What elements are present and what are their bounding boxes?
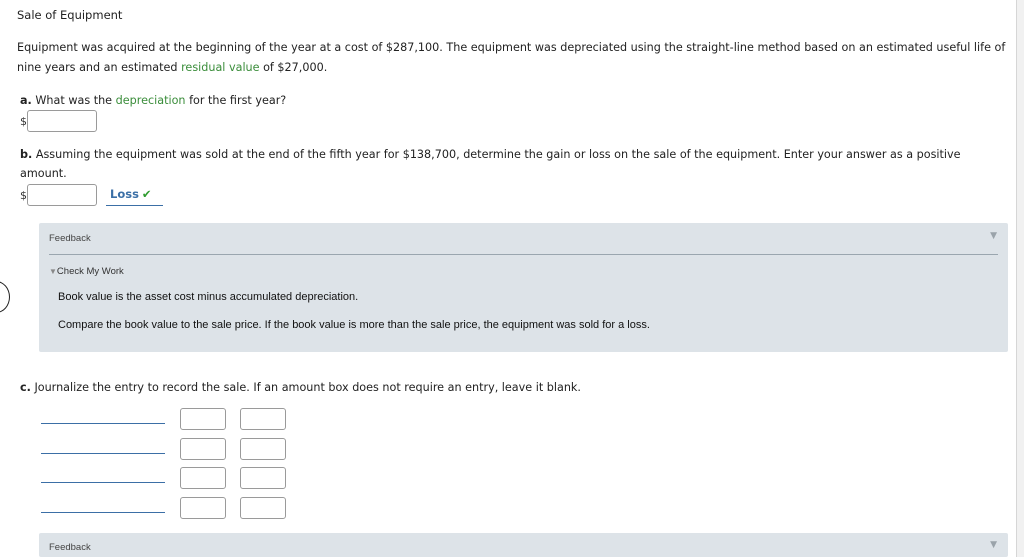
journal-credit-input-3[interactable]	[240, 467, 286, 489]
journal-account-select-1[interactable]	[41, 423, 165, 424]
part-a-letter: a.	[20, 94, 32, 107]
feedback-hint-1: Book value is the asset cost minus accum…	[58, 291, 359, 303]
residual-value-link[interactable]: residual value	[181, 61, 259, 74]
part-b-text: Assuming the equipment was sold at the e…	[32, 148, 961, 161]
intro-text-2: of $27,000.	[259, 61, 328, 74]
gain-loss-select[interactable]: Loss ✔	[110, 187, 152, 201]
journal-account-select-2[interactable]	[41, 453, 165, 454]
journal-credit-input-1[interactable]	[240, 408, 286, 430]
part-b-question-line1: b. Assuming the equipment was sold at th…	[20, 148, 961, 161]
feedback-label-2[interactable]: Feedback	[49, 542, 91, 553]
journal-debit-input-4[interactable]	[180, 497, 226, 519]
journal-account-select-4[interactable]	[41, 512, 165, 513]
part-b-letter: b.	[20, 148, 33, 161]
part-a-currency: $	[20, 115, 27, 128]
check-my-work-toggle[interactable]: ▼Check My Work	[49, 266, 124, 277]
part-c-letter: c.	[20, 381, 31, 394]
part-b-currency: $	[20, 189, 27, 202]
feedback-label[interactable]: Feedback	[49, 233, 91, 244]
part-a-suffix: for the first year?	[185, 94, 287, 107]
journal-credit-input-4[interactable]	[240, 497, 286, 519]
journal-debit-input-2[interactable]	[180, 438, 226, 460]
check-my-work-label: Check My Work	[56, 266, 124, 277]
correct-check-icon: ✔	[141, 187, 152, 201]
gain-loss-selected-value: Loss	[110, 187, 139, 201]
gain-loss-select-underline	[106, 205, 163, 206]
part-c-text: Journalize the entry to record the sale.…	[30, 381, 581, 394]
depreciation-link[interactable]: depreciation	[116, 94, 186, 107]
feedback-panel-2: Feedback ▼	[39, 533, 1008, 557]
gain-loss-amount-input[interactable]	[27, 184, 97, 206]
feedback-divider	[49, 254, 998, 255]
feedback-collapse-icon-2[interactable]: ▼	[990, 540, 997, 550]
problem-title: Sale of Equipment	[17, 8, 123, 22]
journal-debit-input-3[interactable]	[180, 467, 226, 489]
part-b-question-line2: amount.	[20, 167, 67, 180]
part-a-question: a. What was the depreciation for the fir…	[20, 94, 286, 107]
depreciation-input[interactable]	[27, 110, 97, 132]
journal-account-select-3[interactable]	[41, 482, 165, 483]
journal-debit-input-1[interactable]	[180, 408, 226, 430]
check-my-work-triangle-icon: ▼	[49, 267, 57, 276]
part-a-prefix: What was the	[31, 94, 116, 107]
journal-credit-input-2[interactable]	[240, 438, 286, 460]
feedback-panel: Feedback ▼ ▼Check My Work Book value is …	[39, 223, 1008, 352]
feedback-hint-2: Compare the book value to the sale price…	[58, 319, 650, 331]
scrollbar[interactable]	[1017, 0, 1024, 557]
part-c-question: c. Journalize the entry to record the sa…	[20, 381, 581, 394]
feedback-collapse-icon[interactable]: ▼	[990, 231, 997, 241]
intro-text-1: Equipment was acquired at the beginning …	[17, 41, 1006, 74]
problem-intro: Equipment was acquired at the beginning …	[17, 38, 1007, 78]
